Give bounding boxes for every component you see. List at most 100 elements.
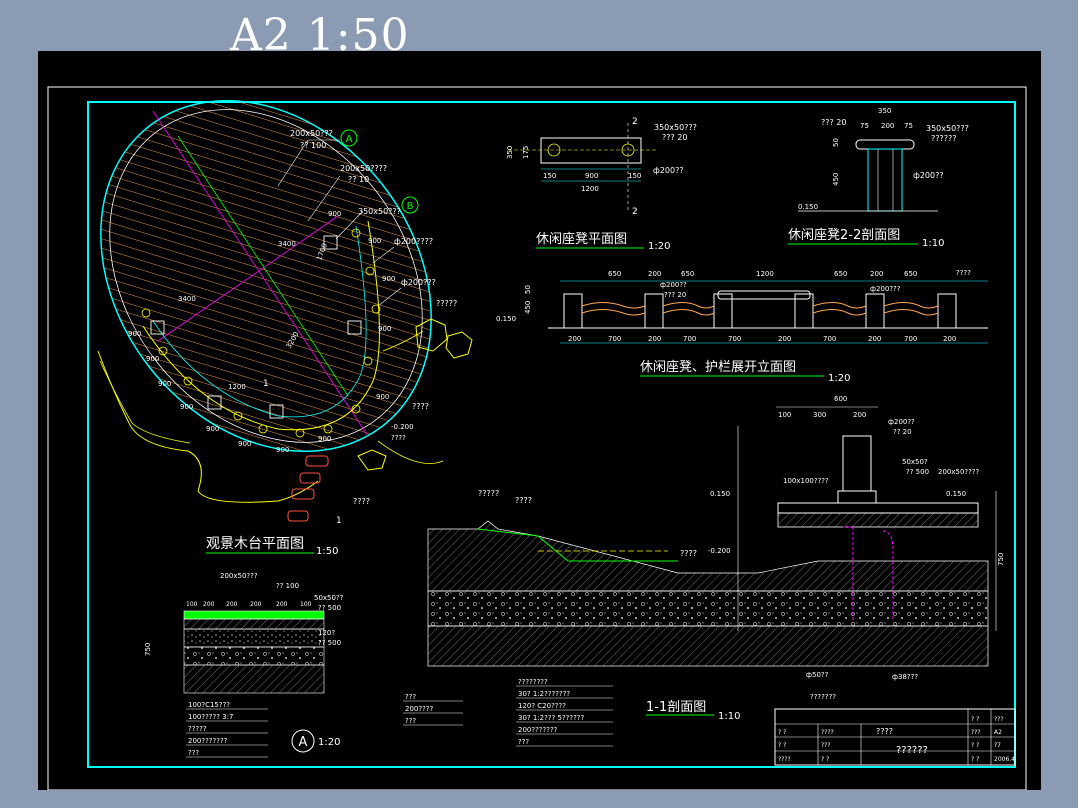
elev-top-dim: 650 (681, 270, 694, 278)
plan-elev2: ???? (391, 434, 406, 442)
detail-a-note: 100?C15??? (188, 701, 230, 709)
section-pipe1: ф50?? (806, 671, 829, 679)
bs-label4: ф200?? (913, 171, 944, 180)
section-label: 200x50???? (938, 468, 980, 476)
slope-fill (427, 520, 989, 592)
section-label: -0.200 (708, 547, 731, 555)
elev-top-dim: 650 (608, 270, 621, 278)
elev-top-dim: 1200 (756, 270, 774, 278)
tb-cell: ? ? (971, 756, 979, 763)
elev-label1: ф200?? (660, 281, 687, 289)
section-1-1: ???? ? ???? ???? -0.200 100x100???? 0.150… (403, 395, 1005, 747)
detail-a-label: 120? (318, 629, 335, 637)
plan-water-label: ???? (412, 402, 429, 411)
section-scale: 1:10 (718, 711, 740, 722)
detail-a-notes: 100?C15??? 100????? 3:7 ????? 200???????… (186, 701, 268, 758)
bp-label3: ф200?? (653, 166, 684, 175)
elevation-title: 休闲座凳、护栏展开立面图 (640, 359, 796, 375)
tb-cell: A2 (994, 729, 1002, 736)
tb-cell: ???? (821, 729, 834, 736)
detail-a-dims: 100 200 200 200 200 100 (186, 601, 312, 608)
tb-cell: ? ? (971, 716, 979, 723)
bp-mark-top: 2 (632, 117, 638, 127)
tb-cell: ? ? (778, 742, 786, 749)
elev-bottom-dims: 200 700 200 700 700 200 700 200 700 200 (568, 335, 956, 343)
bp-d175: 175 (522, 146, 530, 159)
section-top-dim: 200 (853, 411, 866, 419)
section-note-mid: ???????? (518, 678, 548, 686)
dim-3400: 3400 (278, 240, 296, 248)
tb-cell: ? ? (971, 742, 979, 749)
bp-d1200: 1200 (581, 185, 599, 193)
elev-label2: ??? 20 (664, 291, 686, 299)
bs-d350: 350 (878, 107, 891, 115)
section-note-mid: ??? (518, 738, 529, 746)
tb-drawing: ?????? (896, 745, 928, 756)
elev-d450: 450 (524, 301, 532, 314)
section-notes-left: ??? 200???? ??? (403, 693, 463, 726)
detail-a-label: ?? 500 (318, 639, 341, 647)
drawing-sheet: A B 200x50??? ?? 100 200x50???? ?? 10 35… (38, 51, 1041, 791)
section-top-dim: 600 (834, 395, 847, 403)
bench-plan: 150 900 150 1200 350 175 350x50??? ??? 2… (506, 117, 697, 252)
plan-label-d: ф200???? (394, 237, 433, 246)
soil-layer (427, 625, 989, 667)
plan-label-b: 200x50???? (340, 164, 387, 173)
cad-drawing: A B 200x50??? ?? 100 200x50???? ?? 10 35… (47, 86, 1027, 791)
plan-scale: 1:50 (316, 546, 338, 557)
plan-label-e: ф200??? (401, 278, 436, 287)
plan-dim: 900 (318, 435, 331, 443)
detail-a-note: 200??????? (188, 737, 228, 745)
section-top-dim: 300 (813, 411, 826, 419)
bp-d150b: 150 (628, 172, 641, 180)
elev-bottom-dim: 700 (904, 335, 917, 343)
bs-label3: ?????? (931, 134, 956, 143)
plan-dim: 900 (276, 446, 289, 454)
bs-d75: 75 (860, 122, 869, 130)
detail-a-note: ????? (188, 725, 207, 733)
bp-mark-bottom: 2 (632, 207, 638, 217)
bench-plan-title: 休闲座凳平面图 (536, 231, 627, 247)
section-label: ???? (680, 549, 697, 558)
detail-a-dim: 200 (250, 601, 262, 608)
tb-cell: ??? (971, 729, 981, 736)
dim-3400-b: 3400 (178, 295, 196, 303)
bp-label2: ??? 20 (662, 133, 687, 142)
elev-bottom-dim: 200 (568, 335, 581, 343)
stepping-stones (287, 455, 329, 522)
bs-d450: 450 (832, 173, 840, 186)
detail-a-label: ?? 100 (276, 582, 299, 590)
elev-d50: 50 (524, 285, 532, 294)
detail-a-label: ?? 500 (318, 604, 341, 612)
plan-title: 观景木台平面图 (206, 536, 304, 552)
plan-dim: 900 (146, 355, 159, 363)
plan-label-a: 200x50??? (290, 129, 333, 138)
bs-elev: 0.150 (798, 203, 818, 211)
section-note-mid: 200??????? (518, 726, 558, 734)
plan-section-mark: 1 (263, 379, 269, 389)
plan-dim: 900 (238, 440, 251, 448)
detail-a-dim: 100 (300, 601, 312, 608)
bp-d350: 350 (506, 146, 514, 159)
elev-bottom-dim: 700 (608, 335, 621, 343)
bp-d900: 900 (585, 172, 598, 180)
elev-bottom-dim: 700 (728, 335, 741, 343)
section-note-left: ??? (405, 717, 416, 725)
section-label: 100x100???? (783, 477, 829, 485)
detail-a-note: 100????? 3:7 (188, 713, 233, 721)
tb-cell: ???? (778, 756, 791, 763)
section-label: 0.150 (710, 490, 730, 498)
plan-dim: 900 (206, 425, 219, 433)
concrete-base (427, 590, 989, 627)
marker-b-label: B (407, 201, 414, 212)
bs-d50: 50 (832, 138, 840, 147)
section-vdim: 750 (997, 553, 1005, 566)
plan-label-b2: ?? 10 (348, 175, 369, 184)
plan-elev: -0.200 (391, 423, 414, 431)
section-label: 0.150 (946, 490, 966, 498)
bench-section-scale: 1:10 (922, 238, 944, 249)
elev-label3: ф200??? (870, 285, 901, 293)
elev-top-dim: 650 (834, 270, 847, 278)
detail-a-dim: 200 (203, 601, 215, 608)
section-title: 1-1剖面图 (646, 700, 706, 715)
